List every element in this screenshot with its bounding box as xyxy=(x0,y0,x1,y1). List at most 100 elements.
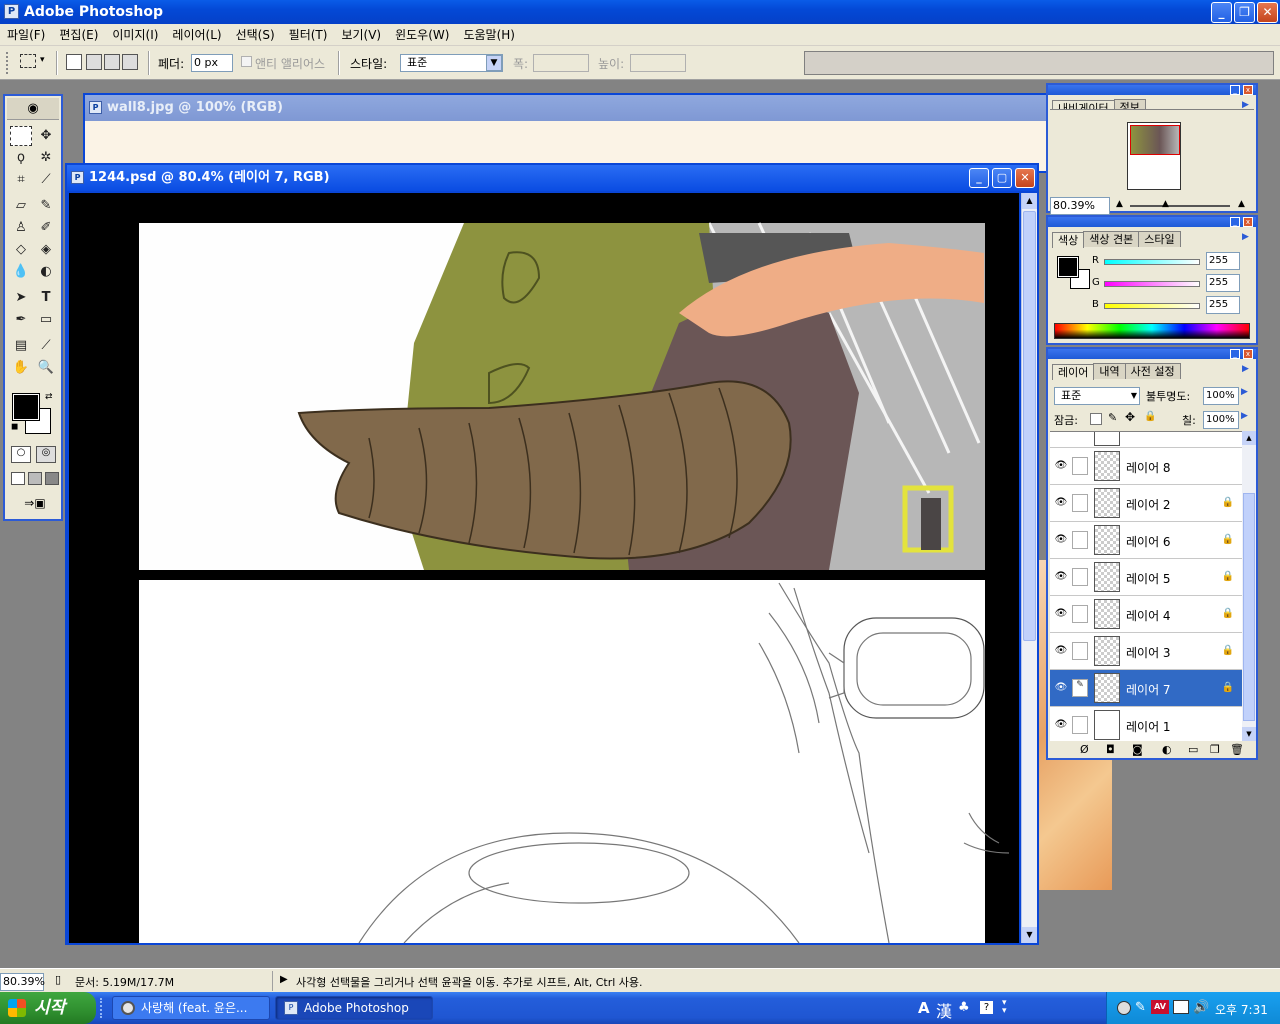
layer-name[interactable]: 레이어 6 xyxy=(1126,533,1171,550)
tray-media-icon[interactable] xyxy=(1117,1001,1131,1015)
layer-row[interactable]: 👁 ✎ 레이어 7 🔒 xyxy=(1050,670,1242,707)
channel-b-input[interactable]: 255 xyxy=(1206,296,1240,314)
layer-link-box[interactable] xyxy=(1072,494,1088,512)
layer-style-icon[interactable]: ◘ xyxy=(1106,743,1115,756)
link-layers-icon[interactable]: Ø xyxy=(1080,743,1089,756)
visibility-eye-icon[interactable]: 👁 xyxy=(1054,534,1068,546)
tray-antivirus-icon[interactable]: AV xyxy=(1151,1000,1169,1014)
navigator-zoom-input[interactable]: 80.39% xyxy=(1050,197,1110,215)
palette-minimize-button[interactable]: _ xyxy=(1230,85,1240,95)
layers-palette-header[interactable]: _ x xyxy=(1048,349,1256,359)
doc-minimize-button[interactable]: _ xyxy=(969,168,989,188)
menu-help[interactable]: 도움말(H) xyxy=(456,24,522,46)
new-selection-icon[interactable] xyxy=(66,54,82,70)
status-zoom-input[interactable]: 80.39% xyxy=(0,973,45,991)
move-tool-icon[interactable]: ✥ xyxy=(35,126,57,146)
quickmask-mode-icon[interactable]: ◎ xyxy=(36,446,56,463)
eyedropper-tool-icon[interactable]: ⟋ xyxy=(35,336,57,356)
ime-mode[interactable]: A xyxy=(918,999,930,1017)
new-group-icon[interactable]: ▭ xyxy=(1188,743,1198,756)
ime-hanja[interactable]: 漢 xyxy=(936,998,952,1022)
navigator-palette-header[interactable]: _ x xyxy=(1048,85,1256,95)
menu-file[interactable]: 파일(F) xyxy=(0,24,52,46)
tab-presets[interactable]: 사전 설정 xyxy=(1124,363,1181,379)
app-titlebar[interactable]: P Adobe Photoshop xyxy=(0,0,1280,24)
palette-menu-arrow-icon[interactable]: ▶ xyxy=(1242,232,1249,242)
scroll-up-arrow-icon[interactable]: ▲ xyxy=(1242,431,1256,445)
visibility-eye-icon[interactable]: 👁 xyxy=(1054,571,1068,583)
layer-link-box[interactable] xyxy=(1072,568,1088,586)
bg-document-window[interactable]: P wall8.jpg @ 100% (RGB) xyxy=(83,93,1048,173)
feather-input[interactable]: 0 px xyxy=(191,54,233,72)
bg-document-titlebar[interactable]: P wall8.jpg @ 100% (RGB) xyxy=(85,95,1046,121)
channel-r-input[interactable]: 255 xyxy=(1206,252,1240,270)
scroll-down-arrow-icon[interactable]: ▼ xyxy=(1022,927,1037,943)
blend-mode-select[interactable]: 표준 ▼ xyxy=(1054,387,1140,405)
photoshop-eye-icon[interactable]: ◉ xyxy=(7,98,59,120)
fill-input[interactable]: 100% xyxy=(1203,411,1239,429)
lock-all-icon[interactable]: 🔒 xyxy=(1144,411,1156,422)
main-document-titlebar[interactable]: P 1244.psd @ 80.4% (레이어 7, RGB) _ ▢ ✕ xyxy=(67,165,1037,191)
brush-tool-icon[interactable]: ✎ xyxy=(35,196,57,216)
tab-styles[interactable]: 스타일 xyxy=(1138,231,1181,247)
new-adjustment-layer-icon[interactable]: ◐ xyxy=(1162,743,1172,756)
menu-filter[interactable]: 필터(T) xyxy=(282,24,335,46)
layer-name[interactable]: 레이어 1 xyxy=(1126,718,1171,735)
preset-arrow-icon[interactable]: ▾ xyxy=(40,55,45,65)
ime-options-icon[interactable]: ▾ ▾ xyxy=(1002,999,1007,1016)
marquee-tool-icon[interactable] xyxy=(10,126,32,146)
menu-select[interactable]: 선택(S) xyxy=(229,24,282,46)
palette-close-button[interactable]: x xyxy=(1243,85,1253,95)
channel-b-slider[interactable] xyxy=(1104,303,1200,309)
tab-color[interactable]: 색상 xyxy=(1052,232,1085,248)
palette-menu-arrow-icon[interactable]: ▶ xyxy=(1242,364,1249,374)
tray-pen-icon[interactable]: ✎ xyxy=(1135,1000,1146,1015)
ime-toolbar-icon[interactable]: ♣ xyxy=(958,1000,970,1015)
opacity-arrow-icon[interactable]: ▶ xyxy=(1241,387,1248,397)
active-brush-icon[interactable]: ✎ xyxy=(1072,679,1088,697)
height-input[interactable] xyxy=(630,54,686,72)
tab-history[interactable]: 내역 xyxy=(1093,363,1126,379)
zoom-slider[interactable] xyxy=(1130,205,1230,207)
zoom-out-icon[interactable]: ▲ xyxy=(1116,199,1123,209)
history-brush-icon[interactable]: ✐ xyxy=(35,218,57,238)
paint-bucket-icon[interactable]: ◈ xyxy=(35,240,57,260)
subtract-selection-icon[interactable] xyxy=(104,54,120,70)
channel-g-slider[interactable] xyxy=(1104,281,1200,287)
standard-mode-icon[interactable]: ○ xyxy=(11,446,31,463)
menu-view[interactable]: 보기(V) xyxy=(334,24,388,46)
delete-layer-icon[interactable]: 🗑 xyxy=(1230,743,1244,756)
chevron-down-icon[interactable]: ▼ xyxy=(486,55,502,71)
palette-close-button[interactable]: x xyxy=(1243,217,1253,227)
vertical-scrollbar[interactable]: ▲ ▼ xyxy=(1021,193,1037,943)
pen-tool-icon[interactable]: ✒ xyxy=(10,310,32,330)
layer-mask-icon[interactable]: ◙ xyxy=(1132,743,1143,756)
intersect-selection-icon[interactable] xyxy=(122,54,138,70)
hand-tool-icon[interactable]: ✋ xyxy=(10,358,32,378)
color-fg-swatch[interactable] xyxy=(1057,256,1079,278)
layer-name[interactable]: 레이어 7 xyxy=(1126,681,1171,698)
menu-window[interactable]: 윈도우(W) xyxy=(388,24,456,46)
width-input[interactable] xyxy=(533,54,589,72)
type-tool-icon[interactable]: T xyxy=(35,288,57,308)
layer-row[interactable]: 👁 레이어 4 🔒 xyxy=(1050,596,1242,633)
lock-position-icon[interactable]: ✥ xyxy=(1125,410,1135,424)
minimize-button[interactable]: _ xyxy=(1211,2,1232,23)
close-button[interactable]: ✕ xyxy=(1257,2,1278,23)
layer-row[interactable]: 👁 레이어 2 🔒 xyxy=(1050,485,1242,522)
swap-colors-icon[interactable]: ⇄ xyxy=(45,392,53,402)
help-icon[interactable]: ? xyxy=(980,1001,993,1014)
layer-name[interactable]: 레이어 2 xyxy=(1126,496,1171,513)
layers-scroll-thumb[interactable] xyxy=(1243,493,1255,721)
doc-maximize-button[interactable]: ▢ xyxy=(992,168,1012,188)
tab-layers[interactable]: 레이어 xyxy=(1052,364,1095,380)
task-music[interactable]: 사랑해 (feat. 윤은... xyxy=(112,996,270,1020)
canvas-area[interactable] xyxy=(69,193,1019,943)
scroll-down-arrow-icon[interactable]: ▼ xyxy=(1242,727,1256,741)
zoom-tool-icon[interactable]: 🔍 xyxy=(35,358,57,378)
layer-link-box[interactable] xyxy=(1072,605,1088,623)
layer-link-box[interactable] xyxy=(1072,457,1088,475)
zoom-in-icon[interactable]: ▲ xyxy=(1238,199,1245,209)
path-select-icon[interactable]: ➤ xyxy=(10,288,32,308)
layer-name[interactable]: 레이어 8 xyxy=(1126,459,1171,476)
